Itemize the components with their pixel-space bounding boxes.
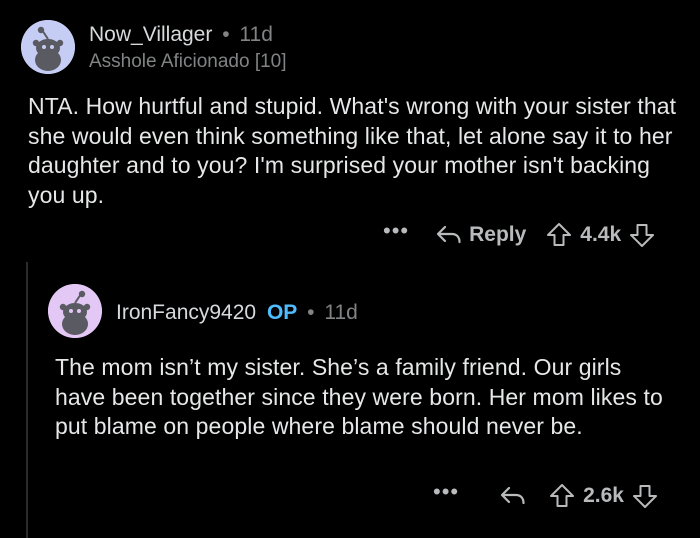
op-badge: OP — [266, 301, 298, 324]
upvote-arrow-icon — [547, 223, 572, 246]
comment-age: 11d — [239, 23, 273, 46]
username[interactable]: Now_Villager — [89, 23, 212, 46]
upvote-button[interactable] — [546, 222, 572, 248]
downvote-arrow-icon — [630, 224, 655, 247]
downvote-arrow-icon — [632, 485, 657, 508]
reply-button[interactable]: Reply — [435, 223, 526, 247]
downvote-button[interactable] — [632, 483, 658, 509]
comment-meta: IronFancy9420 OP • 11d — [116, 300, 358, 326]
comment-body: NTA. How hurtful and stupid. What's wron… — [28, 93, 677, 208]
vote-score: 4.4k — [580, 223, 622, 246]
reply-icon — [501, 486, 525, 505]
snoo-avatar-icon — [48, 284, 102, 338]
reply-button[interactable] — [499, 484, 527, 508]
comment-body: The mom isn’t my sister. She’s a family … — [55, 354, 663, 439]
downvote-button[interactable] — [629, 222, 655, 248]
comment-actions: ••• Reply 4.4k — [383, 218, 678, 250]
more-options-button[interactable]: ••• — [433, 479, 459, 505]
separator-dot: • — [222, 23, 230, 46]
comment: Now_Villager • 11d Asshole Aficionado [1… — [0, 0, 700, 262]
vote-score: 2.6k — [583, 484, 624, 507]
username[interactable]: IronFancy9420 — [116, 301, 256, 324]
snoo-avatar-icon — [21, 20, 75, 74]
avatar[interactable] — [48, 284, 102, 338]
upvote-button[interactable] — [549, 483, 575, 509]
reply-icon — [437, 225, 461, 244]
comment-age: 11d — [324, 301, 358, 324]
separator-dot: • — [307, 301, 315, 324]
upvote-arrow-icon — [550, 484, 575, 507]
comment-meta: Now_Villager • 11d — [89, 22, 273, 48]
avatar[interactable] — [21, 20, 75, 74]
more-options-button[interactable]: ••• — [383, 218, 409, 244]
comment-actions: ••• 2.6k — [433, 479, 678, 511]
reply-label: Reply — [469, 223, 527, 246]
user-flair: Asshole Aficionado [10] — [89, 51, 287, 72]
reply-comment: IronFancy9420 OP • 11d The mom isn’t my … — [0, 262, 700, 538]
